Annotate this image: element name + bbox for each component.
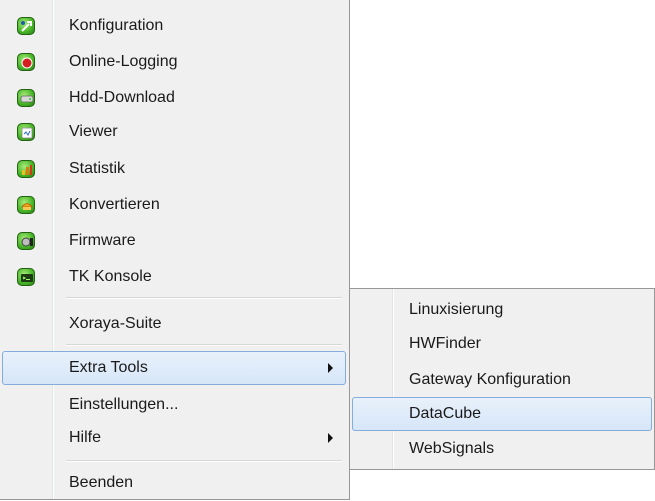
menu-item-tk-konsole[interactable]: TK Konsole — [2, 260, 346, 294]
submenu-arrow-icon — [328, 363, 333, 373]
menu-item-hdd-download[interactable]: Hdd-Download — [2, 81, 346, 115]
extra-tools-submenu: Linuxisierung HWFinder Gateway Konfigura… — [349, 288, 655, 470]
main-menu: Konfiguration Online-Logging Hdd-Downloa… — [0, 0, 350, 500]
hdd-download-icon — [17, 89, 35, 107]
menu-item-label: Hilfe — [69, 429, 102, 446]
menu-item-label: Extra Tools — [69, 359, 148, 376]
menu-separator — [66, 297, 342, 299]
context-menu-screen: Konfiguration Online-Logging Hdd-Downloa… — [0, 0, 655, 501]
submenu-item-gateway-konfiguration[interactable]: Gateway Konfiguration — [352, 363, 652, 397]
submenu-item-linuxisierung[interactable]: Linuxisierung — [352, 293, 652, 327]
submenu-item-label: Gateway Konfiguration — [409, 371, 571, 388]
menu-item-label: TK Konsole — [69, 268, 152, 285]
menu-item-konfiguration[interactable]: Konfiguration — [2, 9, 346, 43]
menu-item-label: Konvertieren — [69, 196, 160, 213]
konvertieren-icon — [17, 196, 35, 214]
menu-item-label: Firmware — [69, 232, 136, 249]
menu-item-extra-tools[interactable]: Extra Tools — [2, 351, 346, 385]
tk-konsole-icon — [17, 268, 35, 286]
menu-item-label: Hdd-Download — [69, 89, 175, 106]
firmware-icon — [17, 232, 35, 250]
menu-item-label: Beenden — [69, 474, 134, 491]
menu-separator — [66, 460, 342, 462]
menu-item-hilfe[interactable]: Hilfe — [2, 421, 346, 455]
submenu-arrow-icon — [328, 433, 333, 443]
menu-item-viewer[interactable]: Viewer — [2, 115, 346, 149]
online-logging-icon — [17, 53, 35, 71]
menu-item-xoraya-suite[interactable]: Xoraya-Suite — [2, 307, 346, 341]
menu-item-label: Xoraya-Suite — [69, 315, 162, 332]
statistik-icon — [17, 160, 35, 178]
menu-item-online-logging[interactable]: Online-Logging — [2, 45, 346, 79]
menu-item-statistik[interactable]: Statistik — [2, 152, 346, 186]
menu-item-label: Einstellungen... — [69, 396, 179, 413]
viewer-icon — [17, 123, 35, 141]
menu-item-label: Online-Logging — [69, 53, 178, 70]
menu-item-einstellungen[interactable]: Einstellungen... — [2, 388, 346, 422]
menu-item-beenden[interactable]: Beenden — [2, 466, 346, 500]
menu-item-label: Viewer — [69, 123, 118, 140]
menu-separator — [66, 344, 342, 346]
submenu-item-datacube[interactable]: DataCube — [352, 397, 652, 431]
submenu-item-hwfinder[interactable]: HWFinder — [352, 327, 652, 361]
submenu-item-label: Linuxisierung — [409, 301, 504, 318]
submenu-item-label: DataCube — [409, 405, 482, 422]
submenu-item-label: HWFinder — [409, 335, 482, 352]
menu-item-label: Konfiguration — [69, 17, 164, 34]
menu-item-label: Statistik — [69, 160, 126, 177]
konfiguration-icon — [17, 17, 35, 35]
submenu-item-label: WebSignals — [409, 440, 495, 457]
menu-item-konvertieren[interactable]: Konvertieren — [2, 188, 346, 222]
submenu-item-websignals[interactable]: WebSignals — [352, 432, 652, 466]
menu-item-firmware[interactable]: Firmware — [2, 224, 346, 258]
